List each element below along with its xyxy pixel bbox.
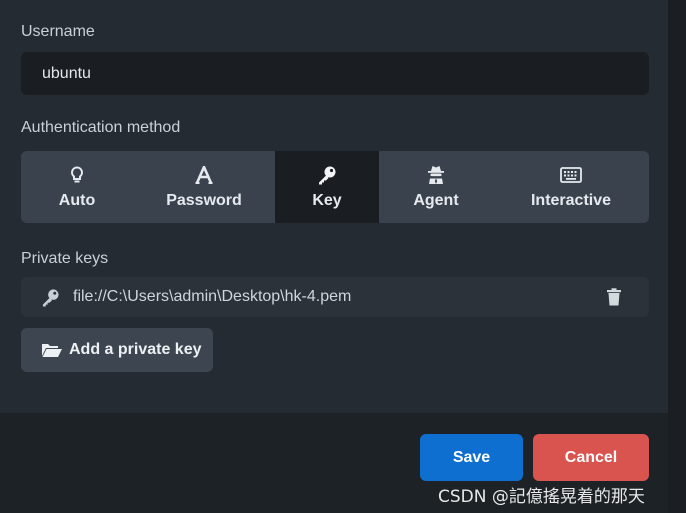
auth-method-selector: Auto Password Key Agent Interactive [21, 151, 649, 223]
private-key-item: file://C:\Users\admin\Desktop\hk-4.pem [21, 277, 649, 317]
auth-method-label: Authentication method [21, 119, 181, 136]
key-icon [317, 164, 337, 186]
save-button[interactable]: Save [420, 434, 523, 481]
ssh-connection-dialog: Username ubuntu Authentication method Au… [0, 0, 668, 513]
font-a-icon [195, 164, 213, 186]
auth-option-key[interactable]: Key [275, 151, 379, 223]
auth-option-auto[interactable]: Auto [21, 151, 133, 223]
auth-option-label: Auto [58, 192, 96, 209]
dialog-body: Username ubuntu Authentication method Au… [0, 0, 668, 413]
auth-option-interactive[interactable]: Interactive [493, 151, 649, 223]
auth-option-label: Password [166, 192, 242, 209]
trash-icon[interactable] [606, 288, 622, 311]
username-label: Username [21, 23, 95, 40]
auth-option-agent[interactable]: Agent [379, 151, 493, 223]
auth-option-label: Agent [413, 192, 459, 209]
add-private-key-button[interactable]: Add a private key [21, 328, 213, 372]
lightbulb-icon [70, 164, 84, 186]
auth-option-label: Key [312, 192, 342, 209]
auth-option-label: Interactive [530, 192, 612, 209]
watermark-text: CSDN @記億搖晃着的那天 [438, 487, 645, 507]
username-input[interactable]: ubuntu [21, 52, 649, 95]
private-key-path: file://C:\Users\admin\Desktop\hk-4.pem [73, 288, 352, 305]
cancel-button[interactable]: Cancel [533, 434, 649, 481]
key-icon [41, 288, 60, 312]
window-edge [668, 0, 686, 513]
folder-open-icon [41, 342, 63, 358]
user-secret-icon [427, 164, 445, 186]
auth-option-password[interactable]: Password [133, 151, 275, 223]
keyboard-icon [560, 164, 582, 186]
add-private-key-label: Add a private key [69, 341, 202, 358]
private-keys-label: Private keys [21, 250, 109, 267]
